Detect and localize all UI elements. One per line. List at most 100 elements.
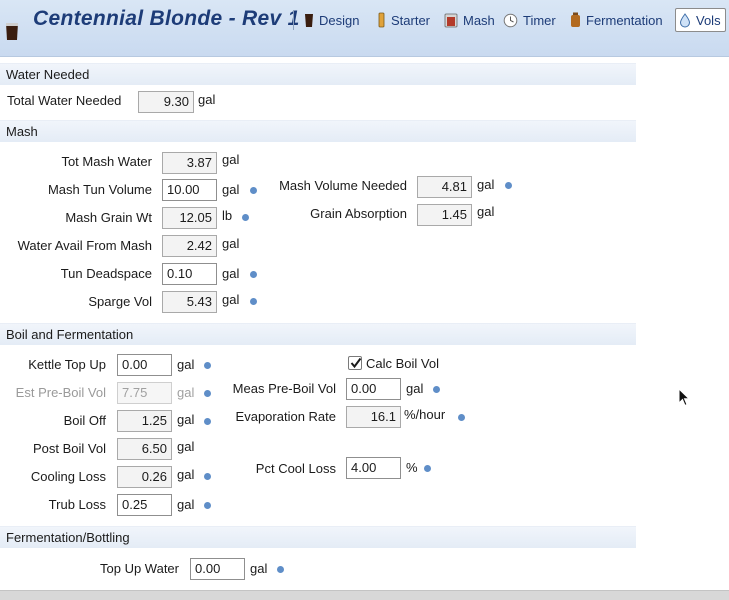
grain-absorption-label: Grain Absorption [310, 206, 407, 221]
kettle-top-up-unit: gal [177, 357, 195, 372]
water-drop-icon [679, 12, 691, 27]
tab-design[interactable]: Design [304, 8, 359, 32]
mash-tun-volume-label: Mash Tun Volume [47, 182, 152, 197]
top-up-water-label: Top Up Water [100, 561, 179, 576]
kettle-top-up-input[interactable]: 0.00 [117, 354, 172, 376]
pct-cool-loss-unit: % [406, 460, 418, 475]
mash-volume-needed-info-icon[interactable] [505, 182, 512, 189]
tab-vols[interactable]: Vols [675, 8, 726, 32]
boil-off-unit: gal [177, 412, 195, 427]
boil-off-field: 1.25 [117, 410, 172, 432]
tab-timer[interactable]: Timer [503, 8, 556, 32]
total-water-needed-unit: gal [198, 92, 216, 107]
tab-starter-label: Starter [391, 12, 431, 28]
mouse-pointer-icon [678, 388, 691, 407]
top-up-water-unit: gal [250, 561, 268, 576]
mash-grain-wt-unit: lb [222, 208, 233, 223]
post-boil-vol-unit: gal [177, 439, 195, 454]
section-fermentation-bottling: Fermentation/Bottling [0, 526, 636, 548]
post-boil-vol-field: 6.50 [117, 438, 172, 460]
sparge-vol-field: 5.43 [162, 291, 217, 313]
total-water-needed-label: Total Water Needed [7, 93, 122, 108]
pct-cool-loss-info-icon[interactable] [424, 465, 431, 472]
sparge-vol-label: Sparge Vol [88, 294, 152, 309]
tab-starter[interactable]: Starter [377, 8, 430, 32]
kettle-top-up-label: Kettle Top Up [28, 357, 106, 372]
cooling-loss-field: 0.26 [117, 466, 172, 488]
section-boil-and-fermentation: Boil and Fermentation [0, 323, 636, 345]
flask-icon [378, 12, 385, 28]
evaporation-rate-unit: %/hour [404, 407, 446, 422]
water-avail-from-mash-label: Water Avail From Mash [17, 238, 152, 253]
tun-deadspace-input[interactable]: 0.10 [162, 263, 217, 285]
mash-volume-needed-label: Mash Volume Needed [279, 178, 407, 193]
evaporation-rate-label: Evaporation Rate [235, 409, 336, 424]
post-boil-vol-label: Post Boil Vol [33, 441, 106, 456]
top-up-water-input[interactable]: 0.00 [190, 558, 245, 580]
boil-off-info-icon[interactable] [204, 418, 211, 425]
calc-boil-vol-label: Calc Boil Vol [366, 356, 439, 371]
tab-fermentation-label: Fermentation [586, 12, 663, 28]
tot-mash-water-unit: gal [222, 152, 240, 167]
tun-deadspace-unit: gal [222, 266, 240, 281]
sparge-vol-info-icon[interactable] [250, 298, 257, 305]
tab-fermentation[interactable]: Fermentation [570, 8, 663, 32]
trub-loss-input[interactable]: 0.25 [117, 494, 172, 516]
horizontal-scrollbar[interactable] [0, 590, 729, 600]
beer-glass-icon [6, 23, 18, 40]
fermenter-icon [571, 12, 580, 27]
tun-deadspace-info-icon[interactable] [250, 271, 257, 278]
trub-loss-unit: gal [177, 497, 195, 512]
tun-deadspace-label: Tun Deadspace [60, 266, 152, 281]
pct-cool-loss-label: Pct Cool Loss [255, 461, 336, 476]
est-pre-boil-vol-info-icon[interactable] [204, 390, 211, 397]
checkmark-icon [350, 357, 362, 369]
clock-icon [503, 13, 518, 27]
cooling-loss-info-icon[interactable] [204, 473, 211, 480]
mash-volume-needed-unit: gal [477, 177, 495, 192]
grain-absorption-unit: gal [477, 204, 495, 219]
tot-mash-water-field: 3.87 [162, 152, 217, 174]
tab-timer-label: Timer [523, 12, 556, 28]
tab-vols-label: Vols [696, 12, 721, 28]
top-up-water-info-icon[interactable] [277, 566, 284, 573]
pint-glass-icon [305, 13, 313, 27]
calc-boil-vol-checkbox[interactable] [348, 356, 362, 370]
mash-tun-volume-info-icon[interactable] [250, 187, 257, 194]
recipe-title: Centennial Blonde - Rev 1 [33, 7, 300, 30]
tab-design-label: Design [319, 12, 360, 28]
mash-tun-volume-input[interactable]: 10.00 [162, 179, 217, 201]
section-water-needed: Water Needed [0, 63, 636, 85]
mash-grain-wt-field: 12.05 [162, 207, 217, 229]
est-pre-boil-vol-field: 7.75 [117, 382, 172, 404]
mash-grain-wt-label: Mash Grain Wt [65, 210, 152, 225]
evaporation-rate-info-icon[interactable] [458, 414, 465, 421]
meas-pre-boil-vol-info-icon[interactable] [433, 386, 440, 393]
mash-volume-needed-field: 4.81 [417, 176, 472, 198]
mash-tun-icon [444, 13, 458, 28]
total-water-needed-field: 9.30 [138, 91, 194, 113]
sparge-vol-unit: gal [222, 292, 240, 307]
water-avail-from-mash-unit: gal [222, 236, 240, 251]
cooling-loss-label: Cooling Loss [30, 469, 106, 484]
section-mash: Mash [0, 120, 636, 142]
tot-mash-water-label: Tot Mash Water [61, 154, 152, 169]
trub-loss-label: Trub Loss [48, 497, 106, 512]
toolbar-separator [293, 10, 294, 30]
toolbar: Centennial Blonde - Rev 1 Design Starter… [0, 0, 729, 57]
meas-pre-boil-vol-label: Meas Pre-Boil Vol [232, 381, 336, 396]
tab-mash[interactable]: Mash [444, 8, 495, 32]
evaporation-rate-field: 16.1 [346, 406, 401, 428]
est-pre-boil-vol-unit: gal [177, 385, 195, 400]
mash-tun-volume-unit: gal [222, 182, 240, 197]
cooling-loss-unit: gal [177, 467, 195, 482]
volumes-panel: Water Needed Total Water Needed 9.30 gal… [0, 57, 729, 590]
kettle-top-up-info-icon[interactable] [204, 362, 211, 369]
tab-mash-label: Mash [463, 12, 495, 28]
boil-off-label: Boil Off [63, 413, 106, 428]
water-avail-from-mash-field: 2.42 [162, 235, 217, 257]
pct-cool-loss-input[interactable]: 4.00 [346, 457, 401, 479]
meas-pre-boil-vol-input[interactable]: 0.00 [346, 378, 401, 400]
mash-grain-wt-info-icon[interactable] [242, 214, 249, 221]
trub-loss-info-icon[interactable] [204, 502, 211, 509]
